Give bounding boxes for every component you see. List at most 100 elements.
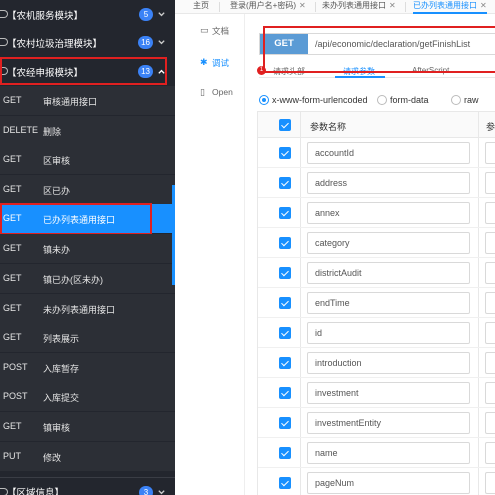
tab-finished-list[interactable]: 已办列表通用接口 ✕ — [413, 0, 487, 14]
api-item[interactable]: GET 审核通用接口 — [0, 86, 175, 115]
api-item[interactable]: GET 镇审核 — [0, 412, 175, 441]
api-item[interactable]: GET 未办列表通用接口 — [0, 294, 175, 323]
active-tab-indicator — [335, 76, 385, 78]
param-name-input[interactable]: annex — [307, 202, 470, 224]
row-checkbox[interactable] — [279, 417, 291, 429]
api-name: 删除 — [43, 127, 62, 137]
api-item[interactable]: DELETE 删除 — [0, 116, 175, 145]
param-type-input[interactable] — [485, 172, 495, 194]
count-badge: 16 — [138, 36, 153, 49]
nav-debug[interactable]: ✱ 调试 — [175, 50, 245, 74]
method-label: POST — [3, 362, 28, 372]
tab-login[interactable]: 登录(用户名+密码) ✕ — [230, 0, 306, 14]
param-type-input[interactable] — [485, 232, 495, 254]
close-icon[interactable]: ✕ — [299, 1, 306, 10]
param-name-input[interactable]: name — [307, 442, 470, 464]
param-type-input[interactable] — [485, 472, 495, 494]
api-item[interactable]: POST 入库提交 — [0, 382, 175, 411]
highlight-box — [263, 26, 495, 73]
row-checkbox[interactable] — [279, 327, 291, 339]
param-name-input[interactable]: category — [307, 232, 470, 254]
group-label: 【农村垃圾治理模块】 — [7, 38, 103, 50]
group-farm-machinery[interactable]: 【农机服务模块】 5 — [0, 0, 175, 29]
param-type-input[interactable] — [485, 202, 495, 224]
param-type-input[interactable] — [485, 382, 495, 404]
row-checkbox[interactable] — [279, 297, 291, 309]
open-icon: ▯ — [200, 87, 205, 97]
api-item[interactable]: PUT 修改 — [0, 442, 175, 471]
param-type-input[interactable] — [485, 412, 495, 434]
api-item[interactable]: GET 列表展示 — [0, 323, 175, 352]
nav-doc[interactable]: ▭ 文档 — [175, 18, 245, 42]
row-checkbox[interactable] — [279, 477, 291, 489]
row-checkbox[interactable] — [279, 357, 291, 369]
api-item[interactable]: GET 区已办 — [0, 175, 175, 204]
row-checkbox[interactable] — [279, 447, 291, 459]
close-icon[interactable]: ✕ — [480, 1, 487, 10]
param-type-input[interactable] — [485, 262, 495, 284]
nav-open[interactable]: ▯ Open — [175, 80, 245, 104]
radio-raw[interactable] — [451, 95, 461, 105]
param-type-input[interactable] — [485, 352, 495, 374]
param-type-input[interactable] — [485, 322, 495, 344]
table-row: endTime — [258, 288, 495, 318]
param-name-input[interactable]: pageNum — [307, 472, 470, 494]
api-name: 镇已办(区未办) — [43, 275, 103, 285]
tab-pending-list[interactable]: 未办列表通用接口 ✕ — [322, 0, 396, 14]
row-checkbox[interactable] — [279, 267, 291, 279]
radio-urlencoded[interactable] — [259, 95, 269, 105]
highlight-box — [0, 203, 152, 235]
sidebar: 【农机服务模块】 5 【农村垃圾治理模块】 16 【农经申报模块】 13 GET… — [0, 0, 175, 495]
method-label: GET — [3, 243, 22, 253]
api-item[interactable]: GET 镇未办 — [0, 234, 175, 263]
table-row: investment — [258, 378, 495, 408]
api-name: 镇审核 — [43, 423, 71, 433]
nav-label: 文档 — [212, 26, 230, 36]
group-garbage[interactable]: 【农村垃圾治理模块】 16 — [0, 28, 175, 57]
param-name-input[interactable]: accountId — [307, 142, 470, 164]
param-name-input[interactable]: endTime — [307, 292, 470, 314]
table-row: category — [258, 228, 495, 258]
api-name: 修改 — [43, 453, 62, 463]
table-row: pageNum — [258, 468, 495, 495]
column-header-type: 参 — [486, 122, 495, 132]
request-panel: GET /api/economic/declaration/getFinishL… — [245, 14, 495, 495]
radio-form-data[interactable] — [377, 95, 387, 105]
row-checkbox[interactable] — [279, 177, 291, 189]
method-label: GET — [3, 154, 22, 164]
param-type-input[interactable] — [485, 442, 495, 464]
param-type-input[interactable] — [485, 292, 495, 314]
content-type-group: x-www-form-urlencoded form-data raw — [257, 94, 495, 108]
table-row: introduction — [258, 348, 495, 378]
param-name-input[interactable]: introduction — [307, 352, 470, 374]
api-name: 镇未办 — [43, 245, 71, 255]
doc-nav: ▭ 文档 ✱ 调试 ▯ Open — [175, 14, 245, 495]
group-label: 【区域信息】 — [7, 488, 65, 495]
table-row: districtAudit — [258, 258, 495, 288]
param-type-input[interactable] — [485, 142, 495, 164]
group-region-info[interactable]: 【区域信息】 3 — [0, 477, 175, 495]
radio-label: raw — [464, 95, 479, 105]
param-name-input[interactable]: investment — [307, 382, 470, 404]
table-row: annex — [258, 198, 495, 228]
param-name-input[interactable]: districtAudit — [307, 262, 470, 284]
api-item[interactable]: GET 镇已办(区未办) — [0, 264, 175, 293]
api-name: 审核通用接口 — [43, 97, 98, 107]
row-checkbox[interactable] — [279, 237, 291, 249]
row-checkbox[interactable] — [279, 147, 291, 159]
tab-home[interactable]: 主页 — [193, 0, 209, 14]
row-checkbox[interactable] — [279, 387, 291, 399]
param-name-input[interactable]: address — [307, 172, 470, 194]
close-icon[interactable]: ✕ — [389, 1, 396, 10]
method-label: GET — [3, 184, 22, 194]
count-badge: 3 — [139, 486, 153, 495]
api-item[interactable]: POST 入库暂存 — [0, 353, 175, 382]
row-checkbox[interactable] — [279, 207, 291, 219]
method-label: GET — [3, 303, 22, 313]
param-name-input[interactable]: investmentEntity — [307, 412, 470, 434]
doc-icon: ▭ — [200, 25, 209, 35]
table-row: accountId — [258, 138, 495, 168]
param-name-input[interactable]: id — [307, 322, 470, 344]
select-all-checkbox[interactable] — [279, 119, 291, 131]
api-item[interactable]: GET 区审核 — [0, 145, 175, 174]
